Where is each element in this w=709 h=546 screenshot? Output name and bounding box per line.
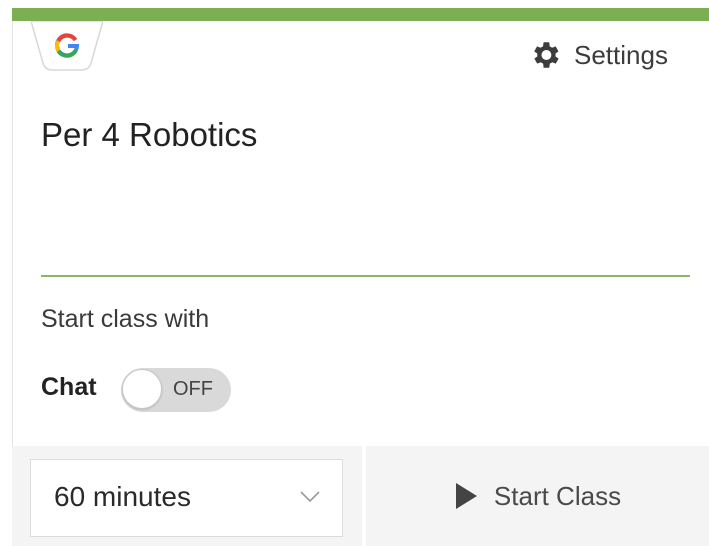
start-class-label: Start Class (493, 480, 622, 511)
play-icon (455, 483, 477, 509)
toggle-state-text: OFF (173, 378, 213, 400)
class-card: Settings Per 4 Robotics Start class with… (0, 0, 709, 546)
start-class-with-label: Start class with (41, 305, 210, 333)
card-border (12, 21, 13, 446)
gear-icon (534, 42, 559, 68)
google-g-icon (31, 21, 103, 71)
accent-bar (12, 8, 709, 21)
settings-button[interactable]: Settings (528, 36, 668, 74)
duration-select[interactable]: 60 minutes (30, 459, 343, 537)
chat-label: Chat (41, 373, 97, 401)
chevron-down-icon (300, 491, 320, 503)
settings-label: Settings (574, 39, 668, 70)
google-tab[interactable] (31, 21, 103, 71)
chat-toggle[interactable]: OFF (121, 368, 231, 412)
duration-value: 60 minutes (54, 481, 191, 512)
title-underline (41, 275, 690, 277)
toggle-knob (122, 369, 162, 409)
class-title[interactable]: Per 4 Robotics (41, 116, 257, 154)
start-class-button[interactable]: Start Class (366, 446, 709, 546)
